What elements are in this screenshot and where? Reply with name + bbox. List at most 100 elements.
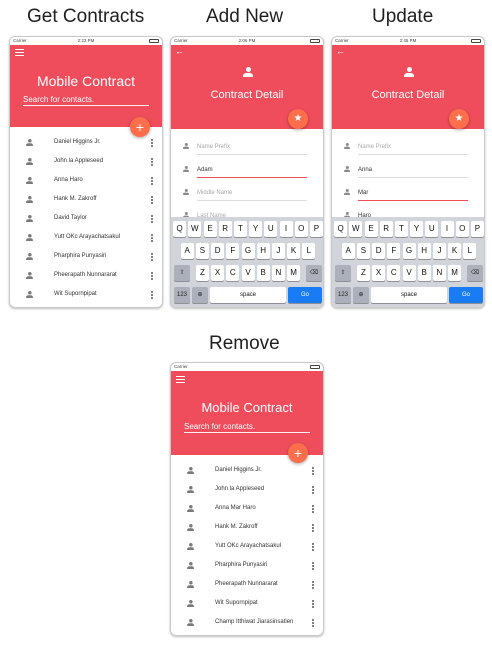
key[interactable]: R <box>379 221 393 237</box>
key[interactable]: X <box>211 265 225 281</box>
key[interactable]: C <box>387 265 401 281</box>
more-options-icon[interactable] <box>151 177 153 186</box>
key[interactable]: N <box>432 265 446 281</box>
form-field[interactable]: Adam <box>171 160 323 183</box>
space-key[interactable]: space <box>210 287 286 303</box>
key[interactable]: X <box>372 265 386 281</box>
form-field[interactable]: Anna <box>332 160 484 183</box>
list-item[interactable]: Wit Supornpipat <box>10 285 162 304</box>
list-item[interactable]: John la Appleseed <box>171 480 323 499</box>
back-arrow-icon[interactable]: ← <box>336 47 345 56</box>
field-placeholder[interactable]: Name Prefix <box>197 144 230 150</box>
form-field[interactable]: Middle Name <box>171 183 323 206</box>
key[interactable]: I <box>279 221 293 237</box>
list-item[interactable]: Daniel Higgins Jr. <box>10 133 162 152</box>
save-contact-button[interactable]: ★ <box>449 109 469 129</box>
key[interactable]: Y <box>410 221 424 237</box>
numbers-key[interactable]: 123 <box>174 287 190 303</box>
key[interactable]: E <box>364 221 378 237</box>
key[interactable]: Y <box>249 221 263 237</box>
key[interactable]: H <box>417 243 431 259</box>
menu-icon[interactable] <box>176 376 185 383</box>
list-item[interactable]: Wit Supornpipat <box>171 594 323 613</box>
key[interactable]: V <box>241 265 255 281</box>
key[interactable]: F <box>387 243 401 259</box>
key[interactable]: V <box>402 265 416 281</box>
key[interactable]: M <box>448 265 462 281</box>
key[interactable]: O <box>455 221 469 237</box>
key[interactable]: G <box>241 243 255 259</box>
list-item[interactable]: Daniel Higgins Jr. <box>171 461 323 480</box>
key[interactable]: T <box>394 221 408 237</box>
list-item[interactable]: Yutt OKc Arayachatsakul <box>10 228 162 247</box>
key[interactable]: U <box>425 221 439 237</box>
shift-key[interactable]: ⇧ <box>335 265 351 281</box>
key[interactable]: W <box>349 221 363 237</box>
shift-key[interactable]: ⇧ <box>174 265 190 281</box>
key[interactable]: E <box>203 221 217 237</box>
go-key[interactable]: Go <box>288 287 322 303</box>
more-options-icon[interactable] <box>151 158 153 167</box>
search-input[interactable]: Search for contacts. <box>23 95 149 106</box>
delete-key[interactable]: ⌫ <box>306 265 322 281</box>
list-item[interactable]: Pheerapath Nunnararat <box>171 575 323 594</box>
key[interactable]: P <box>470 221 484 237</box>
key[interactable]: G <box>402 243 416 259</box>
space-key[interactable]: space <box>371 287 447 303</box>
list-item[interactable]: Yutt OKc Arayachatsakul <box>171 537 323 556</box>
key[interactable]: Z <box>356 265 370 281</box>
key[interactable]: K <box>287 243 301 259</box>
key[interactable]: A <box>180 243 194 259</box>
list-item[interactable]: Champ Itthiwat Jiarasinsatien <box>171 613 323 632</box>
go-key[interactable]: Go <box>449 287 483 303</box>
more-options-icon[interactable] <box>312 505 314 514</box>
key[interactable]: K <box>448 243 462 259</box>
back-arrow-icon[interactable]: ← <box>175 47 184 56</box>
field-value[interactable]: Anna <box>358 167 372 173</box>
list-item[interactable]: Anna Mar Haro <box>171 499 323 518</box>
more-options-icon[interactable] <box>151 253 153 262</box>
key[interactable]: Z <box>195 265 209 281</box>
more-options-icon[interactable] <box>151 272 153 281</box>
globe-key[interactable]: ⊕ <box>192 287 208 303</box>
more-options-icon[interactable] <box>151 196 153 205</box>
list-item[interactable]: Hank M. Zakroff <box>10 190 162 209</box>
key[interactable]: P <box>309 221 323 237</box>
field-placeholder[interactable]: Name Prefix <box>358 144 391 150</box>
key[interactable]: Q <box>334 221 348 237</box>
key[interactable]: B <box>417 265 431 281</box>
list-item[interactable]: David Taylor <box>10 209 162 228</box>
key[interactable]: L <box>463 243 477 259</box>
key[interactable]: Q <box>173 221 187 237</box>
more-options-icon[interactable] <box>312 486 314 495</box>
more-options-icon[interactable] <box>151 234 153 243</box>
more-options-icon[interactable] <box>312 562 314 571</box>
more-options-icon[interactable] <box>312 600 314 609</box>
key[interactable]: L <box>302 243 316 259</box>
globe-key[interactable]: ⊕ <box>353 287 369 303</box>
key[interactable]: B <box>256 265 270 281</box>
more-options-icon[interactable] <box>312 467 314 476</box>
more-options-icon[interactable] <box>151 291 153 300</box>
form-field[interactable]: Name Prefix <box>171 137 323 160</box>
list-item[interactable]: Pheerapath Nunnararat <box>10 266 162 285</box>
key[interactable]: A <box>341 243 355 259</box>
key[interactable]: D <box>211 243 225 259</box>
key[interactable]: F <box>226 243 240 259</box>
key[interactable]: R <box>218 221 232 237</box>
key[interactable]: S <box>195 243 209 259</box>
search-input[interactable]: Search for contacts. <box>184 422 310 433</box>
add-contact-button[interactable]: + <box>288 443 308 463</box>
more-options-icon[interactable] <box>151 215 153 224</box>
numbers-key[interactable]: 123 <box>335 287 351 303</box>
key[interactable]: W <box>188 221 202 237</box>
field-value[interactable]: Mar <box>358 190 368 196</box>
key[interactable]: T <box>233 221 247 237</box>
key[interactable]: O <box>294 221 308 237</box>
list-item[interactable]: Anna Haro <box>10 171 162 190</box>
list-item[interactable]: Pharphira Punyasiri <box>10 247 162 266</box>
list-item[interactable]: Pharphira Punyasiri <box>171 556 323 575</box>
menu-icon[interactable] <box>15 49 24 56</box>
field-placeholder[interactable]: Middle Name <box>197 190 232 196</box>
key[interactable]: D <box>372 243 386 259</box>
